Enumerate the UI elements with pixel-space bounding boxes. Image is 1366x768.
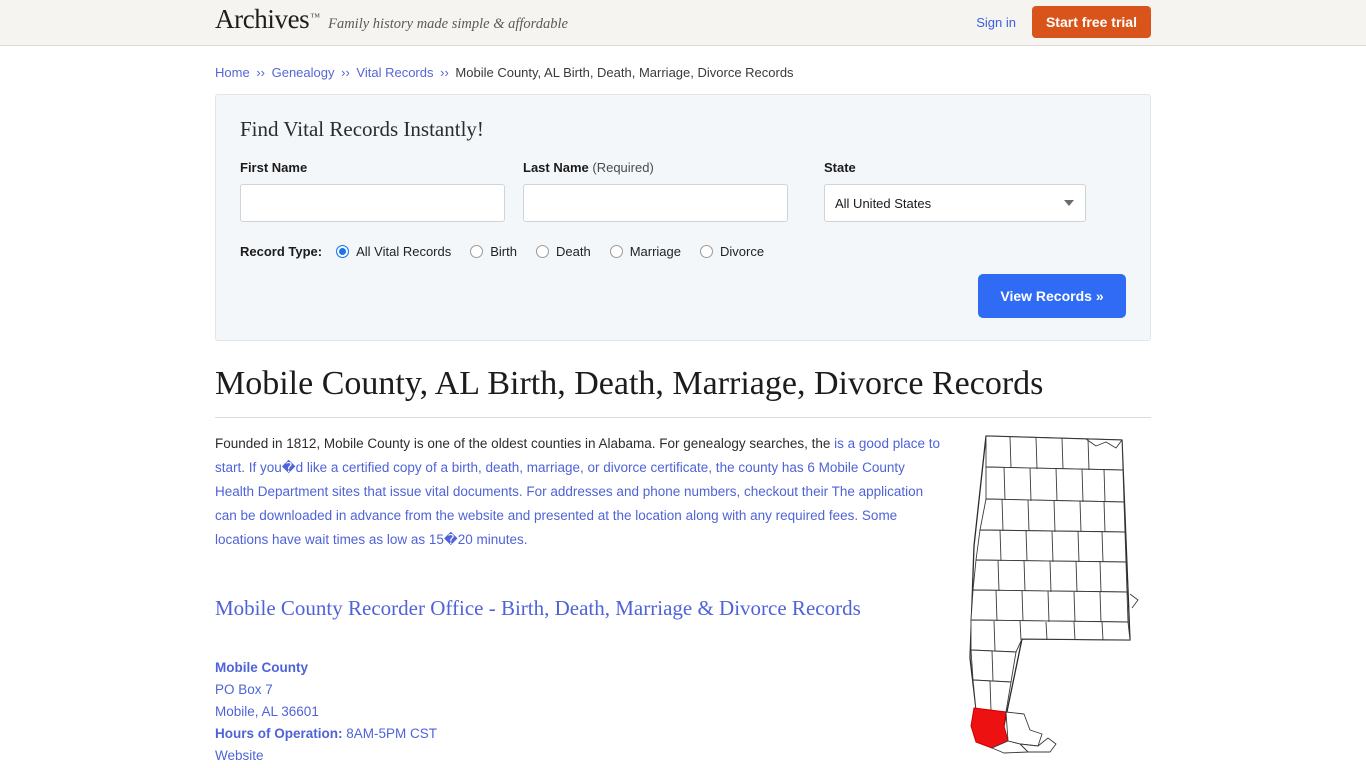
first-name-label: First Name (240, 160, 308, 175)
start-free-trial-button[interactable]: Start free trial (1031, 6, 1151, 38)
search-fields-row: First Name Last Name (Required) State Al… (240, 160, 1126, 222)
recorder-office-address: Mobile County PO Box 7 Mobile, AL 36601 … (215, 657, 941, 768)
last-name-input[interactable] (523, 184, 788, 222)
page-container: Home ›› Genealogy ›› Vital Records ›› Mo… (215, 46, 1151, 768)
mobile-county-highlight (970, 707, 1009, 749)
logo-text: Archives (215, 4, 310, 34)
office-city-state-zip: Mobile, AL 36601 (215, 704, 319, 719)
header-actions: Sign in Start free trial (976, 6, 1151, 38)
record-type-option-label: Marriage (629, 244, 681, 259)
alabama-county-map (964, 426, 1164, 756)
hours-value: 8AM-5PM CST (346, 726, 438, 741)
record-type-row: Record Type: All Vital Records Birth Dea… (240, 244, 1126, 259)
record-type-option-label: All Vital Records (356, 244, 452, 259)
last-name-required-note: (Required) (592, 160, 654, 175)
record-type-option-death[interactable]: Death (535, 244, 591, 259)
hours-label: Hours of Operation: (215, 726, 343, 741)
state-select[interactable]: All United States (824, 184, 1086, 222)
content-area: Founded in 1812, Mobile County is one of… (215, 432, 1151, 768)
intro-paragraph: Founded in 1812, Mobile County is one of… (215, 432, 941, 552)
recorder-office-link[interactable]: Mobile County Recorder Office - Birth, D… (215, 596, 941, 621)
state-selected-value: All United States (835, 195, 932, 211)
record-type-label: Record Type: (240, 244, 323, 259)
record-type-option-birth[interactable]: Birth (470, 244, 517, 259)
first-name-field-group: First Name (240, 160, 505, 222)
view-records-button[interactable]: View Records » (978, 274, 1126, 318)
record-type-option-divorce[interactable]: Divorce (699, 244, 765, 259)
office-name: Mobile County (215, 660, 308, 675)
last-name-label-text: Last Name (523, 160, 589, 175)
breadcrumb-separator: ›› (341, 65, 350, 80)
state-select-wrap: All United States (824, 184, 1086, 222)
radio-icon[interactable] (470, 245, 484, 258)
trademark-icon: ™ (310, 12, 321, 23)
page-title: Mobile County, AL Birth, Death, Marriage… (215, 365, 1151, 418)
breadcrumb-item-genealogy[interactable]: Genealogy (272, 65, 335, 80)
state-field-group: State All United States (824, 160, 1086, 222)
record-type-option-label: Death (555, 244, 591, 259)
breadcrumb-item-home[interactable]: Home (215, 65, 250, 80)
radio-icon[interactable] (609, 245, 623, 258)
record-type-option-label: Birth (490, 244, 517, 259)
office-website-link[interactable]: Website (215, 745, 941, 767)
site-header: Archives ™ Family history made simple & … (0, 0, 1366, 46)
breadcrumb-current-page: Mobile County, AL Birth, Death, Marriage… (455, 65, 794, 80)
last-name-field-group: Last Name (Required) (523, 160, 788, 222)
map-svg (969, 435, 1139, 754)
office-street: PO Box 7 (215, 682, 273, 697)
body-column: Founded in 1812, Mobile County is one of… (215, 432, 941, 768)
search-panel-title: Find Vital Records Instantly! (240, 117, 484, 141)
breadcrumb: Home ›› Genealogy ›› Vital Records ›› Mo… (215, 46, 1151, 80)
office-hours: Hours of Operation: 8AM-5PM CST (215, 723, 941, 745)
breadcrumb-item-vital-records[interactable]: Vital Records (356, 65, 433, 80)
record-type-option-marriage[interactable]: Marriage (609, 244, 681, 259)
radio-icon[interactable] (535, 245, 549, 258)
intro-plain-text: Founded in 1812, Mobile County is one of… (215, 436, 835, 451)
record-type-option-label: Divorce (719, 244, 765, 259)
vital-records-search-panel: Find Vital Records Instantly! First Name… (215, 94, 1151, 341)
radio-icon-checked[interactable] (336, 245, 350, 258)
breadcrumb-separator: ›› (440, 65, 449, 80)
site-logo[interactable]: Archives ™ Family history made simple & … (215, 6, 568, 33)
last-name-label: Last Name (Required) (523, 160, 788, 175)
first-name-input[interactable] (240, 184, 505, 222)
intro-linked-text[interactable]: is a good place to start. If you�d like … (215, 436, 940, 547)
sign-in-link[interactable]: Sign in (976, 15, 1016, 30)
header-inner: Archives ™ Family history made simple & … (215, 0, 1151, 45)
record-type-option-all[interactable]: All Vital Records (336, 244, 451, 259)
site-tagline: Family history made simple & affordable (328, 16, 568, 32)
state-label: State (824, 160, 856, 175)
radio-icon[interactable] (699, 245, 713, 258)
breadcrumb-separator: ›› (256, 65, 265, 80)
